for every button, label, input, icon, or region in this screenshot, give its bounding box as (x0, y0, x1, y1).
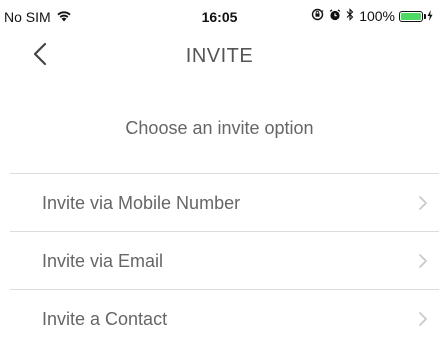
chevron-right-icon (419, 312, 427, 331)
option-label: Invite a Contact (42, 309, 168, 329)
page-title: INVITE (185, 45, 254, 67)
screen-rotation-lock-icon (311, 8, 324, 24)
invite-options-list: Invite via Mobile Number Invite via Emai… (10, 173, 439, 345)
status-bar: No SIM 16:05 100% (0, 0, 439, 36)
invite-screen: No SIM 16:05 100% INVITE Choose an invit… (0, 0, 439, 345)
option-label: Invite via Email (42, 251, 164, 271)
invite-a-contact-option[interactable]: Invite a Contact (10, 289, 439, 345)
option-label: Invite via Mobile Number (42, 193, 241, 213)
navigation-bar: INVITE (0, 36, 439, 76)
battery-fill (401, 12, 421, 20)
invite-prompt: Choose an invite option (125, 118, 314, 138)
invite-via-mobile-number-option[interactable]: Invite via Mobile Number (10, 173, 439, 231)
charging-icon (427, 8, 433, 24)
battery-nub (424, 13, 426, 19)
battery-percent: 100% (359, 8, 395, 24)
bluetooth-icon (346, 8, 354, 24)
battery-icon (399, 10, 423, 22)
chevron-right-icon (419, 196, 427, 215)
status-bar-right: 100% (311, 8, 433, 24)
chevron-right-icon (419, 254, 427, 273)
invite-via-email-option[interactable]: Invite via Email (10, 231, 439, 289)
alarm-icon (329, 8, 341, 24)
